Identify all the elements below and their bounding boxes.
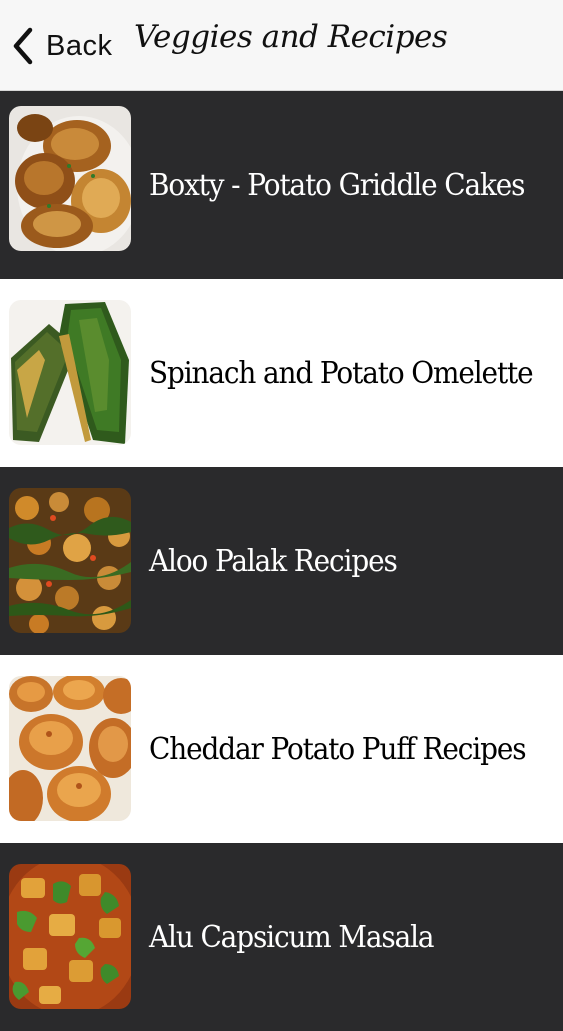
aloo-palak-photo [9,488,131,633]
recipe-title: Boxty - Potato Griddle Cakes [149,167,526,203]
spinach-omelette-photo [9,300,131,445]
list-item-alu-capsicum-masala[interactable]: Alu Capsicum Masala [0,843,563,1031]
list-item-cheddar-potato-puff[interactable]: Cheddar Potato Puff Recipes [0,655,563,843]
back-label: Back [46,29,113,62]
navigation-bar: Back Veggies and Recipes [0,0,563,91]
list-item-spinach-omelette[interactable]: Spinach and Potato Omelette [0,279,563,467]
recipe-title: Cheddar Potato Puff Recipes [149,731,527,767]
potato-griddle-cakes-photo [9,106,131,251]
page-title: Veggies and Recipes [134,19,448,55]
recipe-list: Boxty - Potato Griddle Cakes Spinach and… [0,91,563,1031]
list-item-boxty[interactable]: Boxty - Potato Griddle Cakes [0,91,563,279]
back-button[interactable]: Back [10,24,112,68]
chevron-left-icon [10,24,36,68]
alu-capsicum-masala-photo [9,864,131,1009]
list-item-aloo-palak[interactable]: Aloo Palak Recipes [0,467,563,655]
recipe-title: Alu Capsicum Masala [149,919,435,955]
recipe-title: Spinach and Potato Omelette [149,355,534,391]
recipe-title: Aloo Palak Recipes [149,543,398,579]
cheddar-potato-puff-photo [9,676,131,821]
